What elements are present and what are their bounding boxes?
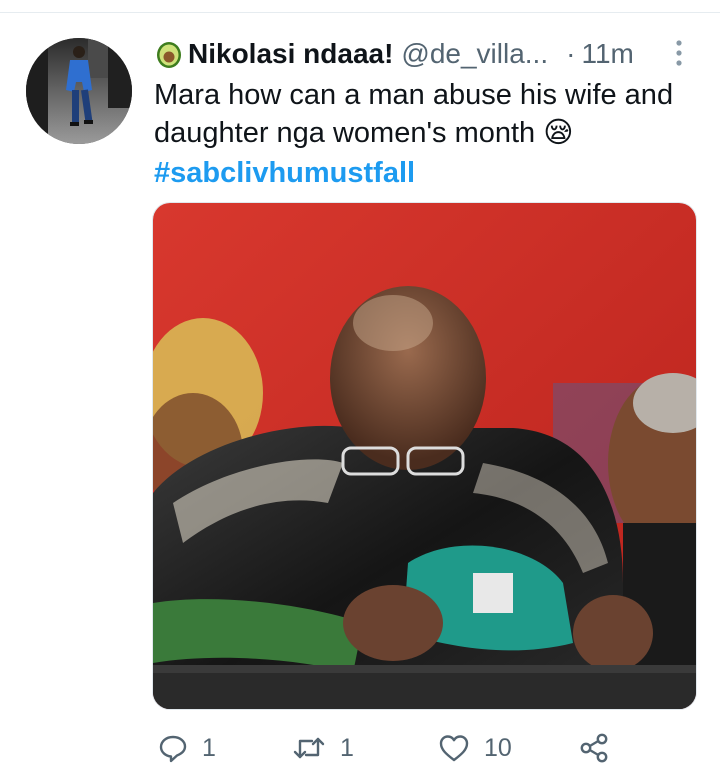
heart-icon	[439, 735, 469, 762]
tweet[interactable]: Nikolasi ndaaa! @de_villa... · 11m Mara …	[0, 0, 720, 774]
tweet-header: Nikolasi ndaaa! @de_villa... · 11m	[154, 34, 694, 74]
retweet-icon	[293, 737, 325, 759]
tweet-timestamp[interactable]: 11m	[581, 38, 633, 70]
photo-icon	[153, 203, 696, 709]
reply-count: 1	[202, 733, 216, 762]
avatar-photo-icon	[26, 38, 132, 144]
reply-icon	[159, 735, 187, 763]
hashtag-link[interactable]: #sabclivhumustfall	[154, 154, 415, 192]
retweet-button[interactable]: 1	[292, 728, 354, 768]
like-count: 10	[484, 733, 512, 762]
avatar[interactable]	[26, 38, 132, 144]
share-button[interactable]	[578, 728, 610, 768]
tweet-actions: 1 1 10	[152, 728, 712, 768]
reply-button[interactable]: 1	[158, 728, 216, 768]
separator-dot: ·	[566, 38, 576, 69]
tweet-text: Mara how can a man abuse his wife and da…	[154, 79, 674, 149]
tweet-media-photo[interactable]	[152, 202, 697, 710]
share-icon	[580, 733, 608, 763]
retweet-count: 1	[340, 733, 354, 762]
more-options-icon[interactable]	[672, 38, 686, 68]
avocado-icon	[157, 42, 181, 68]
author-handle[interactable]: @de_villa...	[401, 38, 548, 70]
like-button[interactable]: 10	[438, 728, 512, 768]
author-display-name[interactable]: Nikolasi ndaaa!	[188, 38, 393, 70]
